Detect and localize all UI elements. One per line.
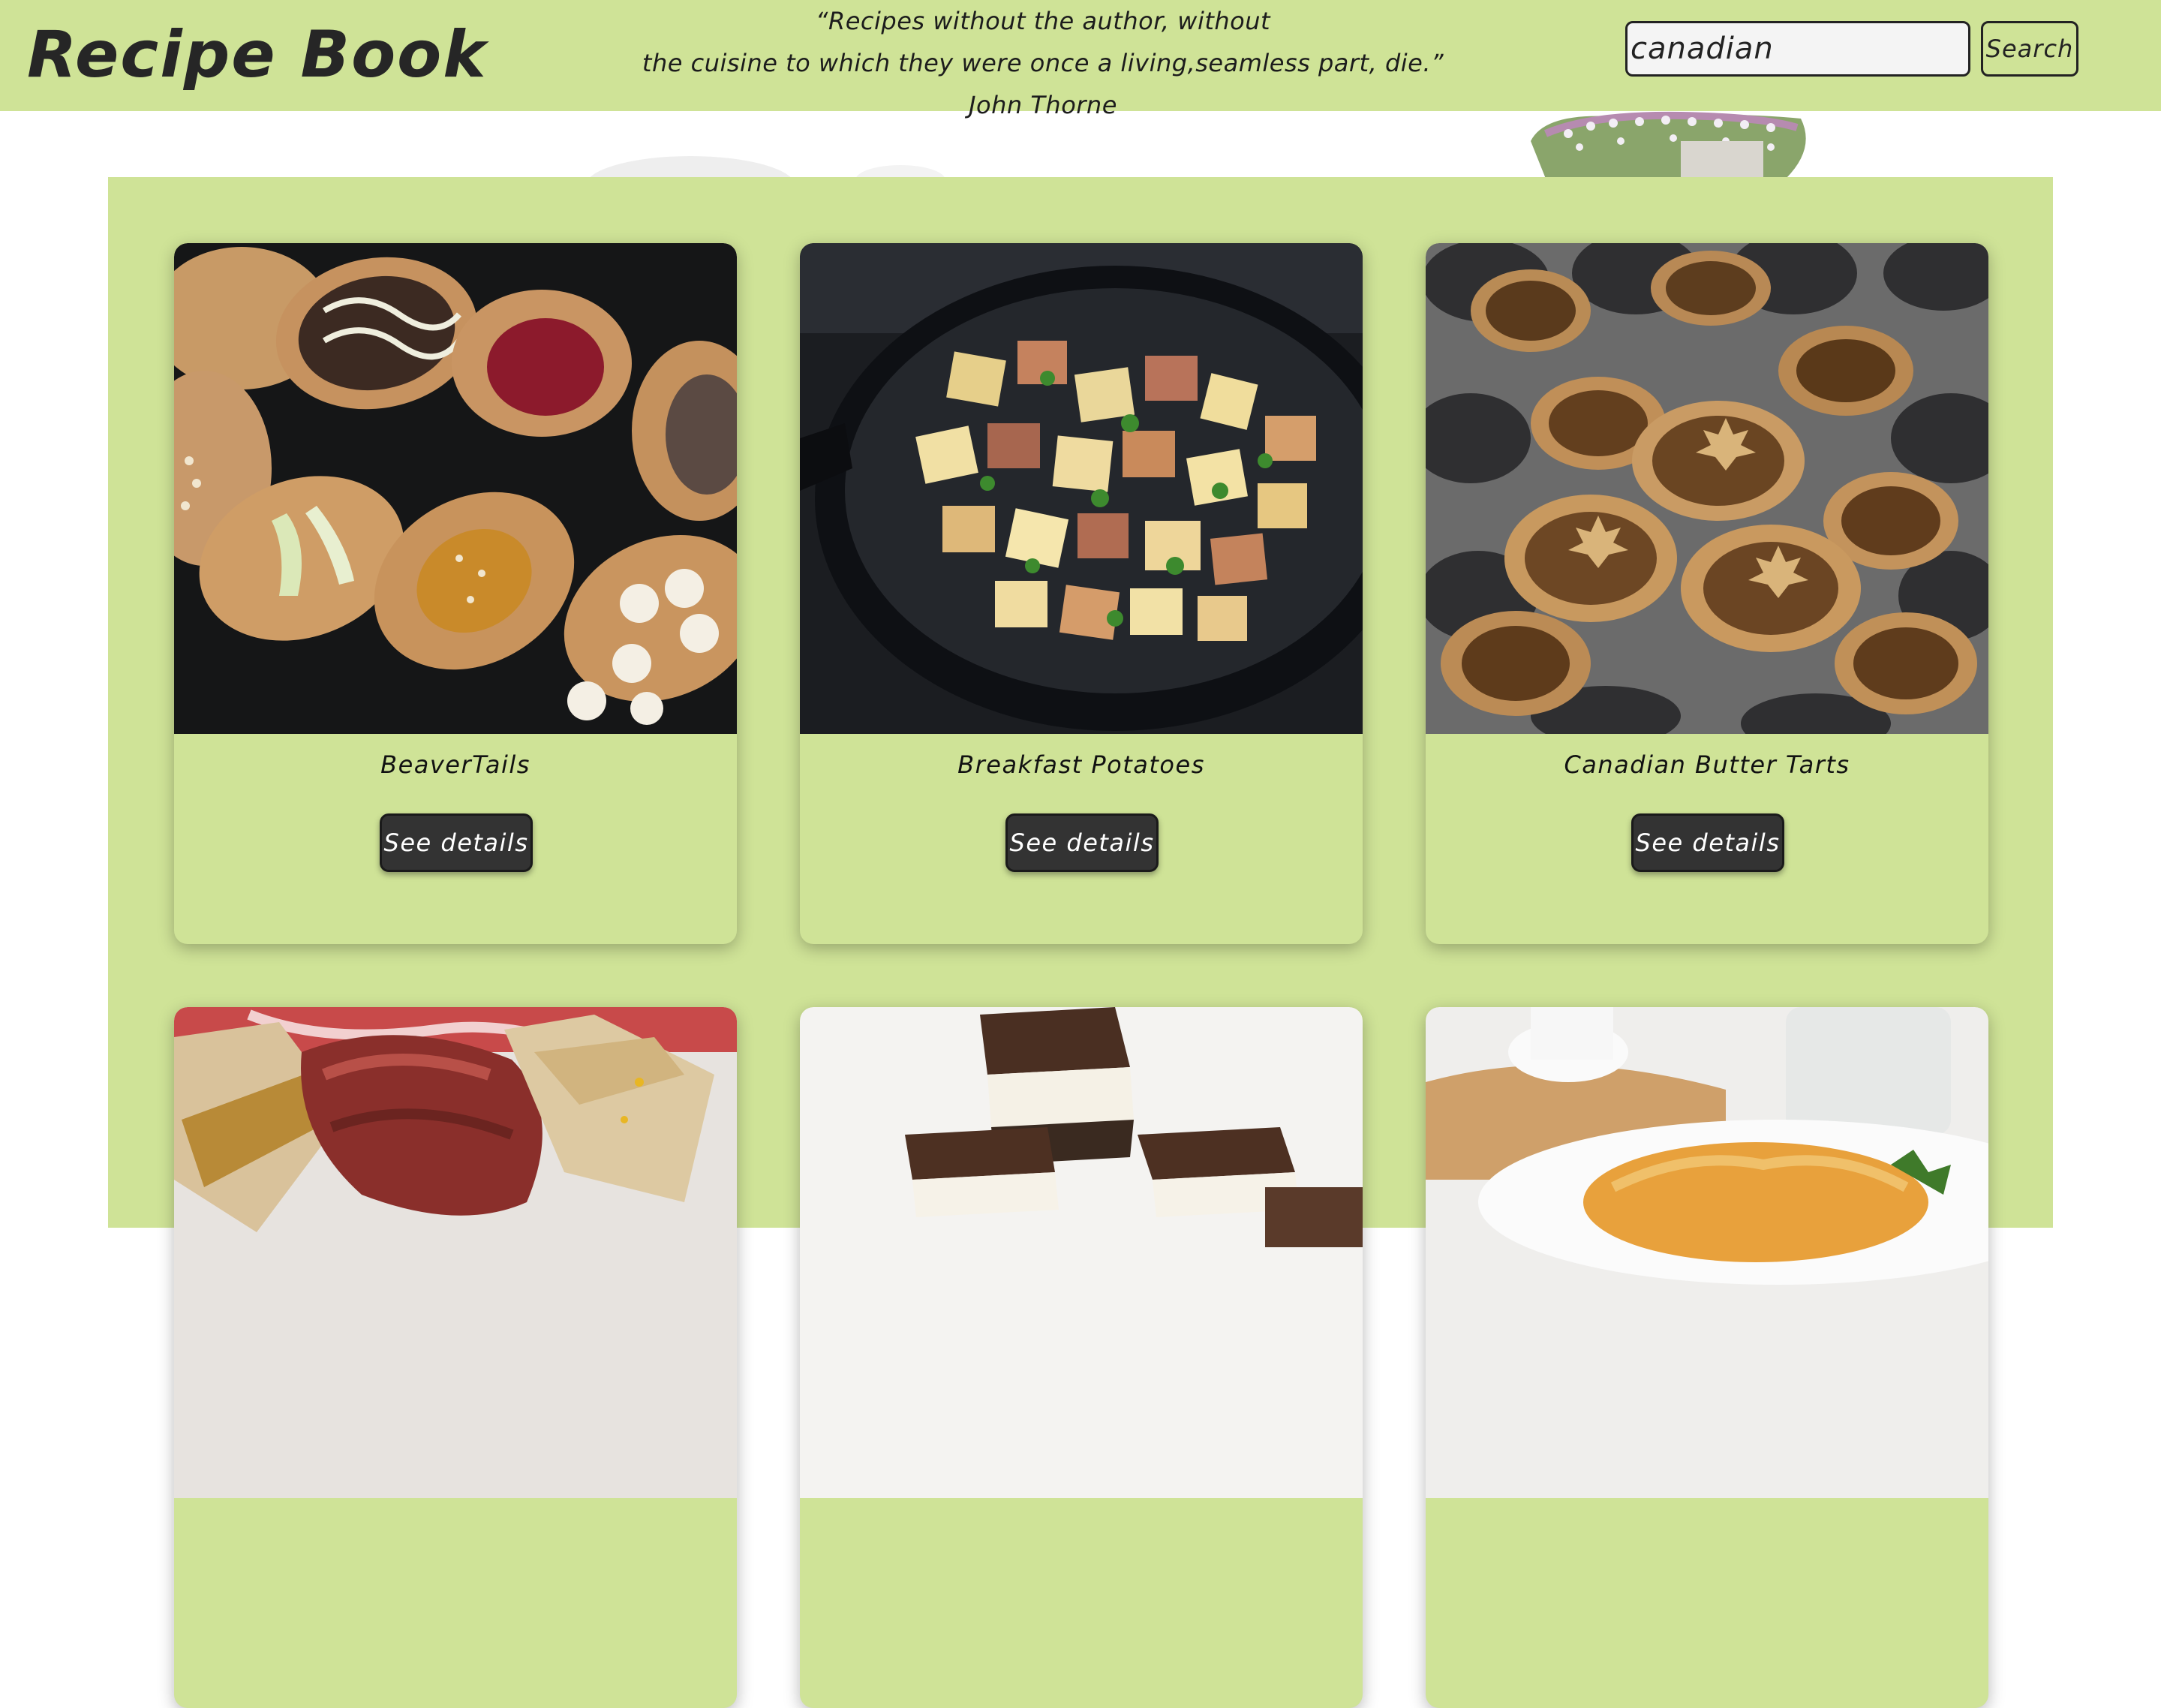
recipe-card[interactable]: BeaverTails See details [174, 243, 737, 944]
nanaimo-bars-photo[interactable] [800, 1007, 1363, 1498]
see-details-button[interactable]: See details [380, 813, 533, 872]
recipe-title: Canadian Butter Tarts [1564, 750, 1850, 779]
recipe-card[interactable]: Breakfast Potatoes See details [800, 243, 1363, 944]
recipe-grid: BeaverTails See details Breakfast Potato… [108, 177, 2053, 1708]
smoked-meat-sandwich-photo[interactable] [174, 1007, 737, 1498]
site-header: Recipe Book “Recipes without the author,… [0, 0, 2161, 119]
recipe-card[interactable] [1426, 1007, 1988, 1708]
recipe-title: Breakfast Potatoes [957, 750, 1205, 779]
recipe-card[interactable] [174, 1007, 737, 1708]
butter-tarts-photo[interactable] [1426, 243, 1988, 734]
recipe-card[interactable] [800, 1007, 1363, 1708]
header-quote: “Recipes without the author, without the… [615, 0, 1471, 126]
baked-casserole-photo[interactable] [1426, 1007, 1988, 1498]
beavertails-photo[interactable] [174, 243, 737, 734]
site-logo[interactable]: Recipe Book [27, 23, 487, 87]
see-details-button[interactable]: See details [1631, 813, 1784, 872]
quote-line-1: “Recipes without the author, without [815, 7, 1271, 35]
search-button[interactable]: Search [1981, 21, 2078, 77]
quote-author: John Thorne [969, 91, 1117, 119]
recipe-title: BeaverTails [380, 750, 530, 779]
recipe-card[interactable]: Canadian Butter Tarts See details [1426, 243, 1988, 944]
breakfast-potatoes-photo[interactable] [800, 243, 1363, 734]
see-details-button[interactable]: See details [1005, 813, 1159, 872]
search-input[interactable] [1625, 21, 1970, 77]
quote-line-2: the cuisine to which they were once a li… [642, 49, 1444, 77]
